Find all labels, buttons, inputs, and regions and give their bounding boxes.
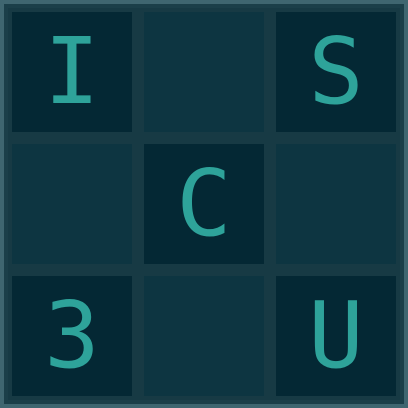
cell-r1-c2[interactable] <box>144 12 264 132</box>
puzzle-board: I S C 3 U <box>0 0 408 408</box>
cell-r2-c3[interactable] <box>276 144 396 264</box>
cell-r2-c2[interactable]: C <box>144 144 264 264</box>
cell-r1-c1[interactable]: I <box>12 12 132 132</box>
cell-r2-c1[interactable] <box>12 144 132 264</box>
cell-r3-c3[interactable]: U <box>276 276 396 396</box>
cell-r1-c3[interactable]: S <box>276 12 396 132</box>
cell-r3-c1[interactable]: 3 <box>12 276 132 396</box>
cell-r3-c2[interactable] <box>144 276 264 396</box>
